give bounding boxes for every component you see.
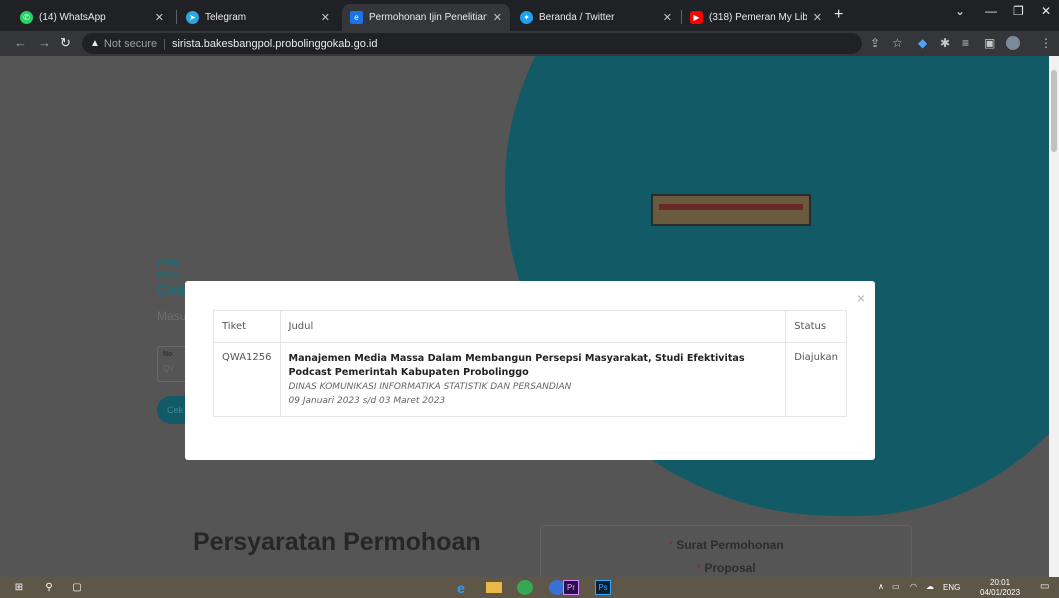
page-heading-small: PERM (157, 259, 181, 268)
profile-avatar[interactable] (1006, 36, 1020, 50)
bookmark-star-icon[interactable]: ☆ (892, 36, 903, 50)
column-header-tiket: Tiket (213, 310, 281, 343)
close-icon[interactable]: × (857, 290, 865, 306)
notification-icon[interactable]: ▭ (1040, 581, 1049, 592)
twitter-icon: ✦ (520, 11, 533, 24)
page-subtext: Masu (157, 309, 187, 323)
language-indicator[interactable]: ENG (943, 583, 960, 592)
tab-close-icon[interactable]: ✕ (493, 11, 502, 24)
tab-permohonan[interactable]: e Permohonan Ijin Penelitian Onlin ✕ (342, 4, 510, 31)
table-header-row: Tiket Judul Status (213, 310, 847, 343)
page-scrollbar[interactable] (1049, 56, 1059, 577)
taskbar-clock[interactable]: 20:01 04/01/2023 (980, 578, 1020, 598)
research-title: Manajemen Media Massa Dalam Membangun Pe… (288, 353, 745, 378)
premiere-icon[interactable]: Pr (563, 580, 579, 595)
tab-twitter[interactable]: ✦ Beranda / Twitter ✕ (512, 4, 680, 31)
requirements-box: * Surat Permohonan * Proposal (540, 525, 912, 577)
tab-close-icon[interactable]: ✕ (663, 11, 672, 24)
warning-icon: ▲ (90, 38, 100, 49)
edge-icon[interactable]: e (452, 580, 470, 596)
ticket-table: Tiket Judul Status QWA1256 Manajemen Med… (213, 310, 847, 417)
reload-icon[interactable]: ↻ (60, 35, 71, 51)
tray-chevron-icon[interactable]: ∧ (878, 582, 884, 591)
close-window-icon[interactable]: ✕ (1041, 4, 1051, 18)
url-text: sirista.bakesbangpol.probolinggokab.go.i… (171, 37, 378, 50)
photoshop-icon[interactable]: Ps (595, 580, 611, 595)
logo-emblem (651, 194, 811, 226)
browser-tab-strip: ✆ (14) WhatsApp ✕ ➤ Telegram ✕ e Permoho… (0, 0, 1059, 31)
reading-list-icon[interactable]: ≡ (962, 36, 969, 50)
column-header-judul: Judul (279, 310, 787, 343)
ticket-modal: × Tiket Judul Status QWA1256 Manajemen M… (185, 281, 875, 460)
ticket-cell: QWA1256 (213, 342, 281, 417)
requirement-item: * Proposal (696, 561, 756, 575)
new-tab-button[interactable]: + (834, 6, 843, 24)
scrollbar-thumb[interactable] (1051, 70, 1057, 152)
requirement-item: * Surat Permohonan (668, 538, 784, 552)
file-explorer-icon[interactable] (486, 582, 502, 593)
youtube-icon: ▶ (690, 11, 703, 24)
page-icon: e (350, 11, 363, 24)
address-bar[interactable]: ▲ Not secure | sirista.bakesbangpol.prob… (82, 33, 862, 54)
side-panel-icon[interactable]: ▣ (984, 36, 995, 50)
tab-whatsapp[interactable]: ✆ (14) WhatsApp ✕ (12, 4, 172, 31)
task-view-icon[interactable]: ▢ (70, 580, 84, 595)
windows-taskbar: ⊞ ⚲ ▢ e Pr Ps ∧ ▭ ◠ ☁ ENG 20:01 04/01/20… (0, 577, 1059, 598)
page-heading-small: KABU (157, 270, 181, 279)
tab-telegram[interactable]: ➤ Telegram ✕ (178, 4, 338, 31)
tab-close-icon[interactable]: ✕ (321, 11, 330, 24)
extension-icon[interactable]: ◆ (918, 36, 927, 50)
whatsapp-icon: ✆ (20, 11, 33, 24)
search-icon[interactable]: ⚲ (42, 580, 56, 595)
requirements-title: Persyaratan Permohoan (193, 528, 481, 556)
wifi-icon[interactable]: ◠ (910, 582, 917, 591)
browser-toolbar: ← → ↻ ▲ Not secure | sirista.bakesbangpo… (0, 31, 1059, 56)
tab-search-icon[interactable]: ⌄ (955, 4, 965, 18)
telegram-icon: ➤ (186, 11, 199, 24)
back-icon[interactable]: ← (14, 35, 27, 50)
tab-close-icon[interactable]: ✕ (155, 11, 164, 24)
maximize-icon[interactable]: ❐ (1013, 4, 1024, 18)
tab-youtube[interactable]: ▶ (318) Pemeran My Liberation No ✕ (682, 4, 830, 31)
tab-close-icon[interactable]: ✕ (813, 11, 822, 24)
page-heading: Cek (157, 282, 187, 299)
period-text: 09 Januari 2023 s/d 03 Maret 2023 (288, 396, 446, 406)
table-row: QWA1256 Manajemen Media Massa Dalam Memb… (213, 342, 847, 417)
institution-text: DINAS KOMUNIKASI INFORMATIKA STATISTIK D… (288, 382, 572, 392)
share-icon[interactable]: ⇪ (870, 36, 880, 50)
battery-icon[interactable]: ▭ (892, 582, 900, 591)
judul-cell: Manajemen Media Massa Dalam Membangun Pe… (279, 342, 787, 417)
security-label: Not secure (103, 37, 158, 50)
page-viewport: PERM KABU Cek Masu No QV Cek Data Persya… (0, 56, 1049, 577)
extensions-puzzle-icon[interactable]: ✱ (940, 36, 950, 50)
chrome-icon[interactable] (517, 580, 533, 595)
forward-icon[interactable]: → (38, 35, 51, 50)
windows-start-icon[interactable]: ⊞ (12, 580, 26, 595)
cloud-icon[interactable]: ☁ (926, 582, 934, 591)
column-header-status: Status (785, 310, 847, 343)
minimize-icon[interactable]: — (985, 4, 997, 18)
menu-icon[interactable]: ⋮ (1040, 36, 1052, 50)
status-cell: Diajukan (785, 342, 847, 417)
